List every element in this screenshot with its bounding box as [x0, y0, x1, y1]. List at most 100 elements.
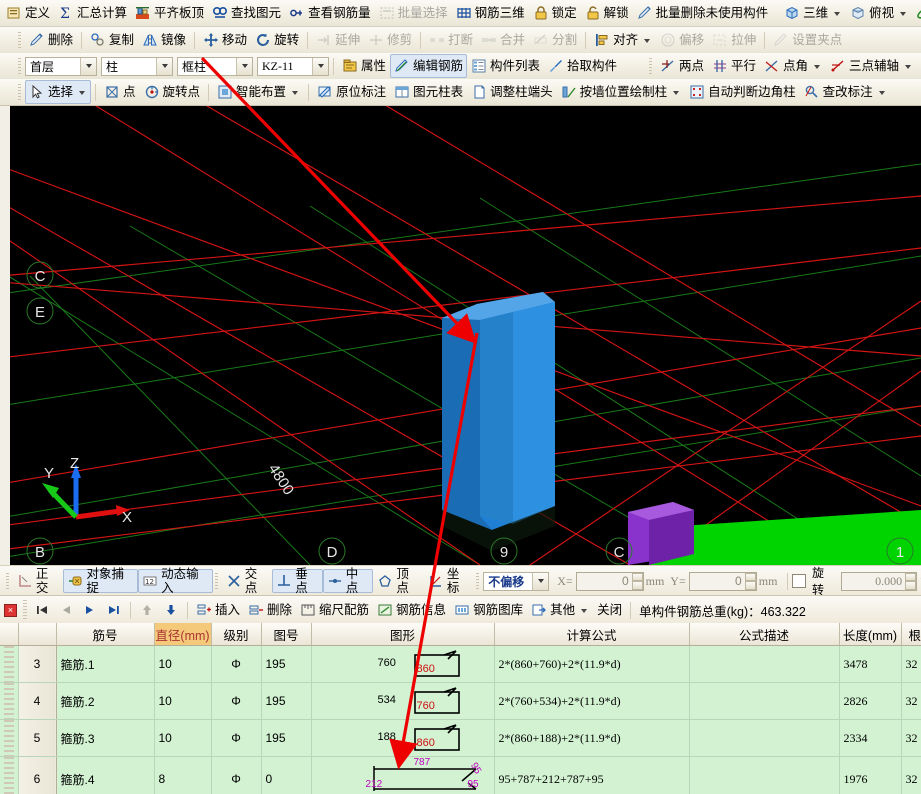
col-header-grade[interactable]: 级别	[211, 623, 262, 646]
cell-seq[interactable]: 6	[18, 756, 57, 794]
toolbar-button-break[interactable]: 打断	[425, 29, 477, 51]
col-header-formula-desc[interactable]: 公式描述	[689, 623, 840, 646]
offset-mode-combo[interactable]: 不偏移	[483, 571, 550, 591]
toolbar-button-find-element[interactable]: 查找图元	[208, 2, 285, 24]
table-row[interactable]: 4 箍筋.2 10 Φ 195 534 760 2*(760+534)+2*(1…	[0, 682, 921, 720]
toolbar-button-adjust-column-end[interactable]: 调整柱端头	[467, 81, 557, 103]
chevron-down-icon[interactable]	[581, 609, 588, 613]
toolbar-button-property[interactable]: 属性	[338, 55, 390, 77]
cell-formula-desc[interactable]	[689, 756, 840, 794]
col-header-seq[interactable]	[18, 623, 57, 646]
col-header-figure-no[interactable]: 图号	[261, 623, 312, 646]
toolbar-button-set-grip[interactable]: 设置夹点	[769, 29, 846, 51]
chevron-down-icon[interactable]	[834, 12, 841, 16]
toolbar-button-three-point-axis[interactable]: 三点辅轴	[826, 55, 917, 77]
status-snap-perpendicular[interactable]: 垂点	[272, 567, 323, 595]
cell-name[interactable]: 箍筋.2	[56, 682, 155, 720]
chevron-down-icon[interactable]	[644, 39, 651, 43]
cell-diameter[interactable]: 8	[154, 756, 212, 794]
cell-count[interactable]: 32	[901, 645, 921, 683]
col-header-shape[interactable]: 图形	[311, 623, 495, 646]
cell-seq[interactable]: 3	[18, 645, 57, 683]
floor-combo[interactable]: 首层	[25, 56, 97, 76]
cell-count[interactable]: 32	[901, 719, 921, 757]
toolbar-button-copy[interactable]: 复制	[86, 29, 138, 51]
cell-length[interactable]: 3478	[839, 645, 902, 683]
rotate-spinner[interactable]	[905, 572, 917, 590]
col-header-diameter[interactable]: 直径(mm)	[154, 623, 212, 646]
other-button[interactable]: 其他	[527, 599, 593, 621]
cell-length[interactable]: 2826	[839, 682, 902, 720]
chevron-down-icon[interactable]	[905, 65, 911, 69]
rebar-library-button[interactable]: 钢筋图库	[450, 599, 527, 621]
toolbar-button-rebar-3d[interactable]: 钢筋三维	[452, 2, 529, 24]
status-snap-midpoint[interactable]: 中点	[322, 567, 374, 595]
toolbar-button-select[interactable]: 选择	[25, 80, 92, 104]
first-record-button[interactable]	[30, 599, 54, 621]
toolbar-button-view-rebar-qty[interactable]: 查看钢筋量	[285, 2, 375, 24]
col-header-formula[interactable]: 计算公式	[494, 623, 690, 646]
toolbar-button-auto-corner-column[interactable]: 自动判断边角柱	[685, 81, 800, 103]
table-row[interactable]: 5 箍筋.3 10 Φ 195 188 860 2*(860+188)+2*(1…	[0, 719, 921, 757]
toolbar-button-smart-layout[interactable]: 智能布置	[213, 81, 304, 103]
cell-grade[interactable]: Φ	[211, 719, 262, 757]
chevron-down-icon[interactable]	[156, 57, 172, 75]
cell-formula-desc[interactable]	[689, 645, 840, 683]
close-panel-button[interactable]: 关闭	[593, 599, 626, 621]
cell-diameter[interactable]: 10	[154, 645, 212, 683]
cell-figure-no[interactable]: 0	[261, 756, 312, 794]
col-header-length[interactable]: 长度(mm)	[839, 623, 902, 646]
chevron-down-icon[interactable]	[79, 91, 86, 95]
toolbar-grip[interactable]	[18, 32, 21, 48]
rotate-input[interactable]: 0.000	[841, 571, 918, 591]
cell-length[interactable]: 2334	[839, 719, 902, 757]
rotate-checkbox[interactable]	[792, 574, 806, 588]
chevron-down-icon[interactable]	[673, 91, 680, 95]
last-record-button[interactable]	[102, 599, 126, 621]
toolbar-grip[interactable]	[648, 58, 652, 74]
table-row[interactable]: 3 箍筋.1 10 Φ 195 760 860 2*(860+760)+2*(1…	[0, 645, 921, 683]
chevron-down-icon[interactable]	[878, 91, 885, 95]
3d-viewport[interactable]: 4800 2100 C E B D 9	[10, 106, 921, 565]
status-toggle-object-snap[interactable]: 对象捕捉	[63, 567, 139, 595]
cell-count[interactable]: 32	[901, 756, 921, 794]
toolbar-button-delete[interactable]: 删除	[25, 29, 77, 51]
cell-length[interactable]: 1976	[839, 756, 902, 794]
cell-figure-no[interactable]: 195	[261, 682, 312, 720]
cell-name[interactable]: 箍筋.3	[56, 719, 155, 757]
statusbar-grip[interactable]	[476, 573, 480, 589]
status-snap-intersection[interactable]: 交点	[222, 567, 273, 595]
toolbar-button-trim[interactable]: 修剪	[364, 29, 416, 51]
statusbar-grip[interactable]	[6, 573, 9, 589]
toolbar-button-draw-column-by-wall[interactable]: 按墙位置绘制柱	[557, 81, 686, 103]
cell-shape[interactable]: 787 212 95 95 787	[311, 756, 495, 794]
x-coordinate-input[interactable]: 0	[575, 571, 644, 591]
toolbar-button-3d-view[interactable]: 三维	[780, 2, 846, 24]
toolbar-button-batch-select[interactable]: 批量选择	[375, 2, 452, 24]
toolbar-button-point-angle[interactable]: 点角	[760, 55, 826, 77]
next-record-button[interactable]	[78, 599, 102, 621]
toolbar-button-pick-component[interactable]: 拾取构件	[544, 55, 621, 77]
move-up-button[interactable]	[135, 599, 159, 621]
toolbar-button-extend[interactable]: 延伸	[312, 29, 364, 51]
cell-grade[interactable]: Φ	[211, 756, 262, 794]
cell-formula[interactable]: 2*(860+188)+2*(11.9*d)	[494, 719, 690, 757]
rebar-info-button[interactable]: 钢筋信息	[373, 599, 450, 621]
chevron-down-icon[interactable]	[292, 91, 299, 95]
cell-formula[interactable]: 2*(860+760)+2*(11.9*d)	[494, 645, 690, 683]
cell-shape[interactable]: 534 760	[311, 682, 495, 720]
toolbar-button-point[interactable]: 点	[100, 81, 140, 103]
toolbar-grip[interactable]	[18, 58, 21, 74]
toolbar-button-mirror[interactable]: 镜像	[138, 29, 190, 51]
toolbar-button-unlock[interactable]: 解锁	[581, 2, 633, 24]
cell-grade[interactable]: Φ	[211, 645, 262, 683]
toolbar-button-edit-rebar[interactable]: 编辑钢筋	[390, 54, 468, 78]
toolbar-button-summary-calc[interactable]: Σ 汇总计算	[54, 2, 131, 24]
cell-figure-no[interactable]: 195	[261, 645, 312, 683]
cell-count[interactable]: 32	[901, 682, 921, 720]
chevron-down-icon[interactable]	[236, 57, 252, 75]
editbar-grip[interactable]	[23, 600, 27, 620]
toolbar-button-dynamic-observe[interactable]: 动态观察	[912, 2, 921, 24]
toolbar-button-component-list[interactable]: 构件列表	[467, 55, 544, 77]
toolbar-button-element-column-table[interactable]: 图元柱表	[390, 81, 467, 103]
